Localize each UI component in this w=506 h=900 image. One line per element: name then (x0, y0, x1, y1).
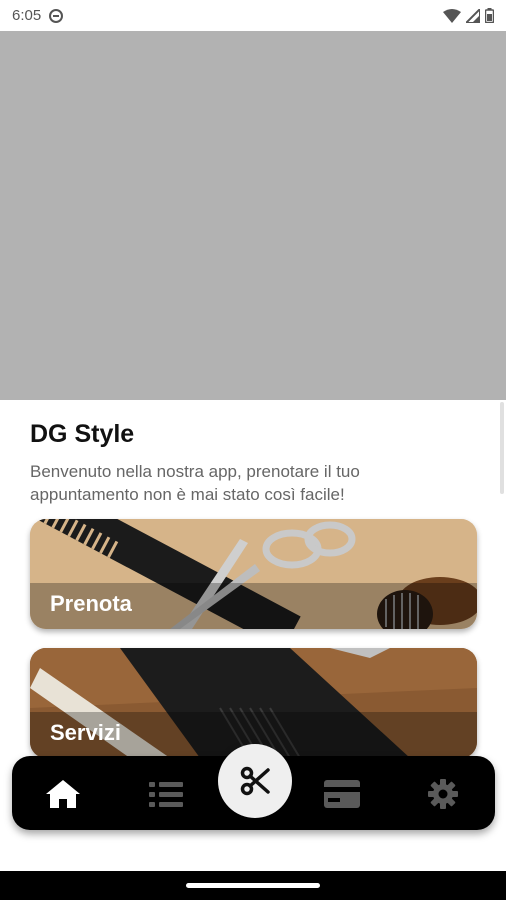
nav-card-button[interactable] (322, 774, 362, 814)
nav-settings-button[interactable] (423, 774, 463, 814)
nav-home-button[interactable] (43, 774, 83, 814)
scissors-icon (240, 766, 270, 796)
book-appointment-button[interactable] (218, 744, 292, 818)
status-time: 6:05 (12, 7, 42, 24)
wifi-icon (443, 8, 461, 23)
welcome-text: Benvenuto nella nostra app, prenotare il… (30, 462, 360, 504)
hero-image (0, 31, 506, 400)
battery-icon (485, 8, 494, 23)
prenota-card[interactable]: Prenota (30, 519, 477, 629)
list-icon (149, 782, 183, 807)
servizi-label: Servizi (50, 720, 121, 745)
prenota-label: Prenota (50, 591, 132, 616)
scrollbar[interactable] (500, 402, 504, 494)
nav-list-button[interactable] (146, 774, 186, 814)
do-not-disturb-icon (49, 8, 64, 23)
servizi-card[interactable]: Servizi (30, 648, 477, 758)
gear-icon (428, 779, 458, 809)
page-title: DG Style (30, 420, 135, 448)
signal-icon (466, 8, 480, 23)
card-icon (324, 780, 360, 808)
status-bar: 6:05 (0, 0, 506, 31)
home-gesture-handle[interactable] (186, 883, 320, 888)
gesture-bar (0, 871, 506, 900)
home-icon (46, 780, 80, 808)
